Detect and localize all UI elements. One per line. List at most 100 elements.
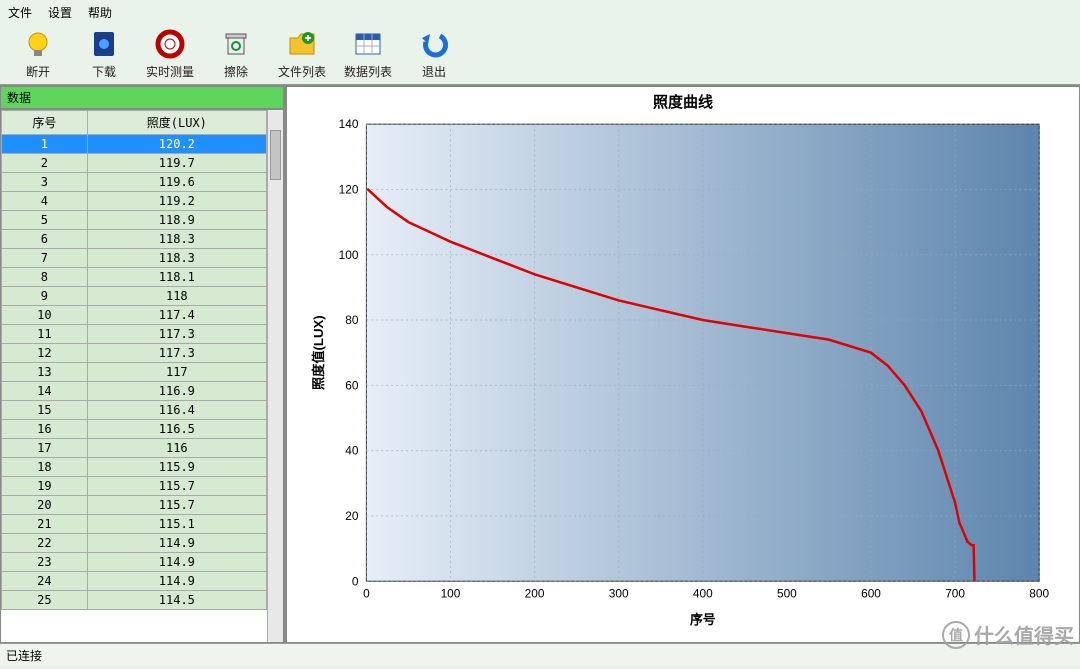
cell-lux: 114.9: [87, 534, 266, 553]
filelist-button[interactable]: 文件列表: [274, 27, 330, 80]
toolbar-label: 下载: [92, 63, 116, 80]
table-row[interactable]: 21115.1: [2, 515, 267, 534]
cell-lux: 114.5: [87, 591, 266, 610]
lifebuoy-icon: [153, 27, 187, 61]
chart-title: 照度曲线: [287, 87, 1079, 114]
table-row[interactable]: 23114.9: [2, 553, 267, 572]
menu-bar: 文件 设置 帮助: [0, 0, 1080, 25]
book-icon: [87, 27, 121, 61]
svg-text:700: 700: [945, 586, 965, 600]
cell-index: 10: [2, 306, 88, 325]
table-row[interactable]: 16116.5: [2, 420, 267, 439]
trash-icon: [219, 27, 253, 61]
cell-lux: 117.3: [87, 344, 266, 363]
table-row[interactable]: 18115.9: [2, 458, 267, 477]
cell-index: 17: [2, 439, 88, 458]
svg-text:600: 600: [861, 586, 881, 600]
svg-text:200: 200: [525, 586, 545, 600]
cell-lux: 119.7: [87, 154, 266, 173]
cell-index: 2: [2, 154, 88, 173]
svg-text:20: 20: [345, 509, 359, 523]
table-row[interactable]: 14116.9: [2, 382, 267, 401]
cell-index: 24: [2, 572, 88, 591]
table-row[interactable]: 12117.3: [2, 344, 267, 363]
table-row[interactable]: 25114.5: [2, 591, 267, 610]
table-row[interactable]: 17116: [2, 439, 267, 458]
table-row[interactable]: 24114.9: [2, 572, 267, 591]
cell-index: 9: [2, 287, 88, 306]
toolbar-label: 断开: [26, 63, 50, 80]
table-row[interactable]: 9118: [2, 287, 267, 306]
svg-text:100: 100: [441, 586, 461, 600]
cell-index: 13: [2, 363, 88, 382]
cell-lux: 116.9: [87, 382, 266, 401]
table-row[interactable]: 11117.3: [2, 325, 267, 344]
content-area: 数据 序号 照度(LUX) 1120.22119.73119.64119.251…: [0, 85, 1080, 643]
panel-title: 数据: [0, 86, 284, 109]
cell-index: 11: [2, 325, 88, 344]
table-row[interactable]: 8118.1: [2, 268, 267, 287]
cell-lux: 117.3: [87, 325, 266, 344]
lightbulb-icon: [21, 27, 55, 61]
table-row[interactable]: 3119.6: [2, 173, 267, 192]
menu-file[interactable]: 文件: [8, 4, 32, 21]
toolbar-label: 文件列表: [278, 63, 326, 80]
chart-panel: 照度曲线 01002003004005006007008000204060801…: [286, 86, 1080, 643]
svg-text:0: 0: [363, 586, 370, 600]
toolbar-label: 数据列表: [344, 63, 392, 80]
realtime-button[interactable]: 实时测量: [142, 27, 198, 80]
svg-text:序号: 序号: [690, 612, 716, 627]
table-row[interactable]: 7118.3: [2, 249, 267, 268]
cell-index: 15: [2, 401, 88, 420]
table-row[interactable]: 5118.9: [2, 211, 267, 230]
svg-text:400: 400: [693, 586, 713, 600]
table-scrollbar[interactable]: [267, 110, 283, 642]
cell-index: 7: [2, 249, 88, 268]
cell-index: 18: [2, 458, 88, 477]
cell-lux: 118.3: [87, 230, 266, 249]
cell-lux: 114.9: [87, 553, 266, 572]
svg-text:80: 80: [345, 313, 359, 327]
cell-index: 20: [2, 496, 88, 515]
table-row[interactable]: 20115.7: [2, 496, 267, 515]
chart-area[interactable]: 0100200300400500600700800020406080100120…: [307, 114, 1059, 632]
cell-index: 14: [2, 382, 88, 401]
table-row[interactable]: 4119.2: [2, 192, 267, 211]
download-button[interactable]: 下载: [76, 27, 132, 80]
menu-settings[interactable]: 设置: [48, 4, 72, 21]
table-row[interactable]: 19115.7: [2, 477, 267, 496]
table-row[interactable]: 1120.2: [2, 135, 267, 154]
cell-lux: 118.9: [87, 211, 266, 230]
cell-index: 3: [2, 173, 88, 192]
datalist-button[interactable]: 数据列表: [340, 27, 396, 80]
table-row[interactable]: 10117.4: [2, 306, 267, 325]
svg-text:300: 300: [609, 586, 629, 600]
cell-index: 19: [2, 477, 88, 496]
col-lux-header[interactable]: 照度(LUX): [87, 111, 266, 135]
table-row[interactable]: 15116.4: [2, 401, 267, 420]
table-row[interactable]: 13117: [2, 363, 267, 382]
cell-lux: 119.2: [87, 192, 266, 211]
status-text: 已连接: [6, 649, 42, 663]
toolbar-label: 退出: [422, 63, 446, 80]
table-row[interactable]: 6118.3: [2, 230, 267, 249]
clear-button[interactable]: 擦除: [208, 27, 264, 80]
status-bar: 已连接: [0, 643, 1080, 667]
table-row[interactable]: 22114.9: [2, 534, 267, 553]
menu-help[interactable]: 帮助: [88, 4, 112, 21]
cell-lux: 120.2: [87, 135, 266, 154]
svg-text:40: 40: [345, 444, 359, 458]
col-index-header[interactable]: 序号: [2, 111, 88, 135]
cell-index: 8: [2, 268, 88, 287]
folder-plus-icon: [285, 27, 319, 61]
table-icon: [351, 27, 385, 61]
disconnect-button[interactable]: 断开: [10, 27, 66, 80]
table-row[interactable]: 2119.7: [2, 154, 267, 173]
toolbar-label: 擦除: [224, 63, 248, 80]
exit-button[interactable]: 退出: [406, 27, 462, 80]
cell-lux: 117: [87, 363, 266, 382]
cell-lux: 115.7: [87, 496, 266, 515]
scrollbar-thumb[interactable]: [270, 130, 281, 180]
svg-text:500: 500: [777, 586, 797, 600]
svg-text:140: 140: [339, 117, 359, 131]
